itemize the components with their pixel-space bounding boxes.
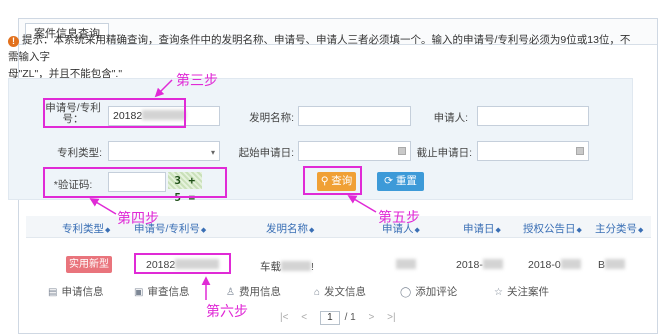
tip-line-1: 提示：本系统采用精确查询，查询条件中的发明名称、申请号、申请人三者必须填一个。输… [8,34,631,63]
row-class-no: B [598,259,626,271]
applicant-label: 申请人: [433,112,468,124]
action-add-comment[interactable]: ◯ 添加评论 [400,284,457,299]
grant-date-text: 2018-0 [528,259,561,271]
annotation-step6: 第六步 [206,304,248,320]
highlight-captcha [43,167,227,198]
annotation-step3: 第三步 [176,73,218,89]
star-icon: ☆ [494,287,503,298]
first-page-button[interactable]: |< [280,312,288,323]
highlight-query-button [303,166,362,195]
action-doc-info[interactable]: ⌂ 发文信息 [314,284,366,299]
header-label: 授权公告日 [523,223,576,235]
next-page-button[interactable]: > [369,312,375,323]
row-applicant [396,259,416,271]
redacted-value [482,259,503,269]
sort-icon: ◆ [495,227,501,234]
sort-icon: ◆ [576,227,582,234]
header-invention-name[interactable]: 发明名称◆ [266,221,314,236]
header-label: 申请日 [463,223,495,235]
end-date-label: 截止申请日: [416,147,472,159]
image-icon: ▣ [134,287,144,298]
start-date-input[interactable] [298,141,411,161]
header-label: 主分类号 [595,223,637,235]
patent-type-label: 专利类型: [57,147,102,159]
page-total: / 1 [344,312,356,323]
header-patent-type[interactable]: 专利类型◆ [62,221,110,236]
action-label: 费用信息 [238,286,281,298]
redacted-value [560,259,581,269]
sort-icon: ◆ [105,227,111,234]
action-label: 申请信息 [61,286,104,298]
patent-type-select[interactable]: ▾ [108,141,220,161]
invention-name-input[interactable] [298,106,411,126]
row-actions: ▤ 申请信息 ▣ 审查信息 ♙ 费用信息 ⌂ 发文信息 ◯ 添加评论 ☆ 关注案件 [26,282,651,300]
reset-button[interactable]: ⟳ 重置 [377,172,424,191]
end-date-input[interactable] [477,141,589,161]
annotation-step5: 第五步 [378,210,420,226]
redacted-value [605,259,626,269]
row-grant-date: 2018-0 [528,259,581,271]
calendar-icon[interactable] [398,147,406,155]
calendar-icon[interactable] [576,147,584,155]
reset-button-label: 重置 [395,175,417,187]
patent-type-badge: 实用新型 [66,256,112,273]
chevron-down-icon: ▾ [210,148,215,157]
sort-icon: ◆ [414,227,420,234]
action-app-info[interactable]: ▤ 申请信息 [48,284,103,299]
page-number-input[interactable]: 1 [319,311,340,325]
comment-icon: ◯ [400,287,412,298]
name-text: 车载 [260,261,281,273]
sort-icon: ◆ [638,227,644,234]
class-no-text: B [598,259,606,271]
action-label: 审查信息 [147,286,190,298]
name-tail: ! [311,261,314,273]
action-review-info[interactable]: ▣ 审查信息 [134,284,189,299]
last-page-button[interactable]: >| [387,312,395,323]
applicant-input[interactable] [477,106,589,126]
start-date-label: 起始申请日: [238,147,294,159]
refresh-icon: ⟳ [384,175,396,187]
fee-icon: ♙ [226,287,235,298]
header-app-date[interactable]: 申请日◆ [463,221,501,236]
header-label: 专利类型 [62,223,104,235]
info-icon: ▤ [48,287,58,298]
prev-page-button[interactable]: < [301,312,307,323]
table-row[interactable]: 实用新型 20182 车载! 2018- 2018-0 B [26,252,651,278]
header-class-no[interactable]: 主分类号◆ [595,221,643,236]
invention-name-label: 发明名称: [249,112,294,124]
action-label: 关注案件 [506,286,549,298]
action-label: 发文信息 [324,286,367,298]
action-fee-info[interactable]: ♙ 费用信息 [226,284,281,299]
action-label: 添加评论 [415,286,458,298]
redacted-value [281,261,311,271]
row-app-date: 2018- [456,259,503,271]
redacted-value [396,259,416,269]
header-grant-date[interactable]: 授权公告日◆ [523,221,582,236]
document-icon: ⌂ [314,287,321,298]
warning-icon: ! [8,36,19,47]
sort-icon: ◆ [200,227,207,234]
highlight-row-app-no [134,253,231,274]
app-date-text: 2018- [456,259,483,271]
action-follow-case[interactable]: ☆ 关注案件 [494,284,549,299]
row-invention-name: 车载! [260,259,314,274]
annotation-step4: 第四步 [117,211,159,227]
sort-icon: ◆ [309,227,315,234]
highlight-app-no [43,98,186,128]
pagination: |< < 1 / 1 > >| [280,311,406,329]
tip-text: ! 提示：本系统采用精确查询，查询条件中的发明名称、申请号、申请人三者必须填一个。… [8,32,633,83]
header-label: 发明名称 [266,223,308,235]
